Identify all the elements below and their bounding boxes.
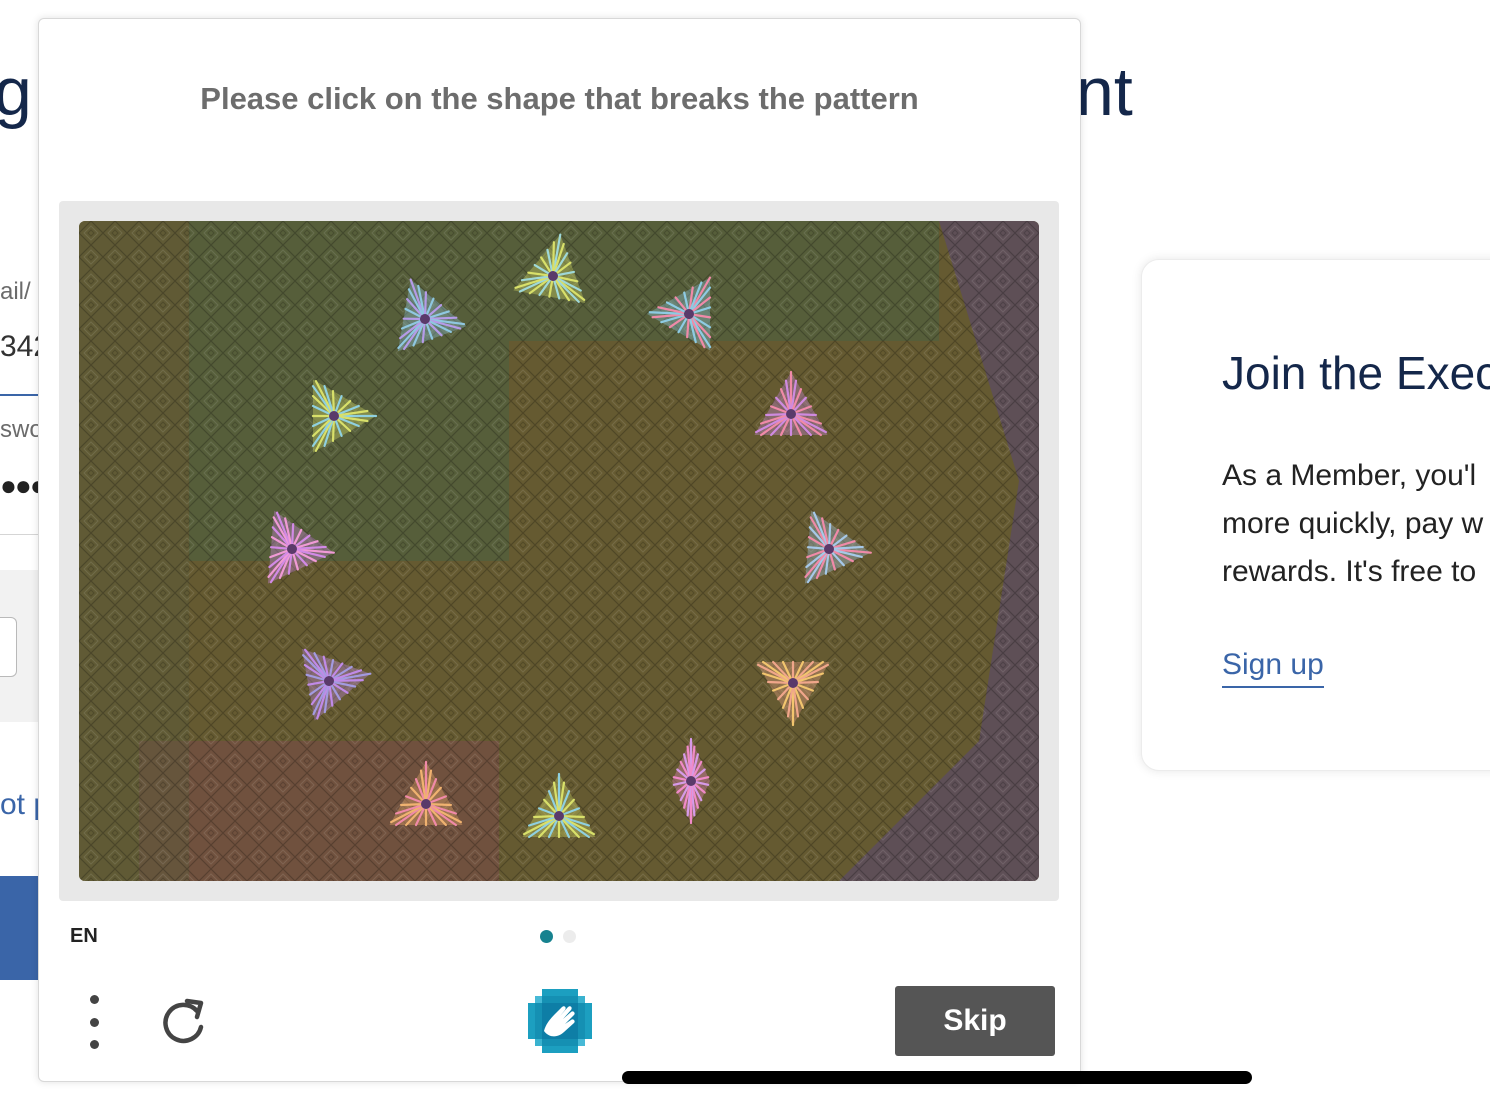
captcha-puzzle-image[interactable] — [79, 221, 1039, 881]
captcha-image-frame — [59, 201, 1059, 901]
more-vertical-icon — [89, 995, 99, 1004]
email-field-underline — [0, 394, 38, 396]
refresh-button[interactable] — [157, 993, 213, 1049]
captcha-prompt: Please click on the shape that breaks th… — [200, 81, 919, 116]
more-vertical-icon-dot — [89, 1017, 99, 1027]
page-dot-active — [540, 930, 553, 943]
page-heading-left: g — [0, 54, 32, 130]
tooltip-input[interactable] — [0, 617, 17, 677]
more-vertical-icon-dot — [89, 1040, 99, 1049]
more-options-button[interactable] — [77, 995, 111, 1049]
page-indicator — [540, 930, 586, 948]
sign-up-link[interactable]: Sign up — [1222, 648, 1324, 688]
join-card-text: As a Member, you'l more quickly, pay w r… — [1222, 452, 1483, 596]
refresh-icon — [163, 998, 204, 1044]
hand-wave-icon — [528, 989, 592, 1053]
join-card-title: Join the Exec — [1222, 347, 1490, 399]
sign-in-button[interactable] — [0, 876, 38, 980]
email-label: ail/ — [0, 278, 31, 305]
password-label: swo — [0, 416, 43, 443]
join-card-line: more quickly, pay w — [1222, 507, 1484, 540]
join-card-line: As a Member, you'l — [1222, 459, 1477, 492]
form-divider — [0, 534, 38, 535]
join-card-line: rewards. It's free to — [1222, 555, 1477, 588]
language-selector[interactable]: EN — [70, 925, 98, 948]
skip-button[interactable]: Skip — [895, 986, 1055, 1056]
captcha-dialog: Please click on the shape that breaks th… — [38, 18, 1081, 1082]
home-indicator — [622, 1071, 1252, 1084]
hcaptcha-logo — [526, 987, 594, 1055]
page-heading-right: nt — [1076, 54, 1133, 130]
join-card: Join the Exec As a Member, you'l more qu… — [1141, 259, 1490, 771]
page-dot-inactive — [563, 930, 576, 943]
